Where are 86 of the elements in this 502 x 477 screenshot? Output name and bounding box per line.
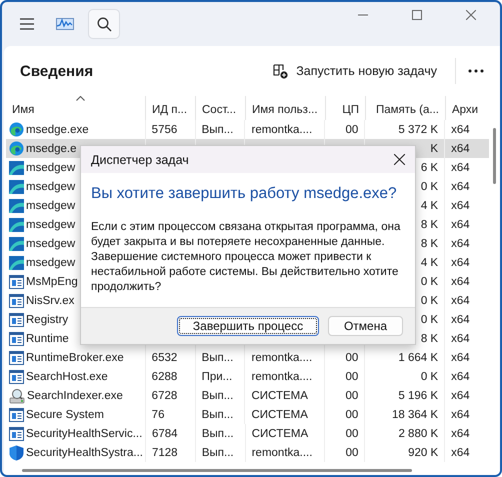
table-cell: СИСТЕМА <box>251 408 308 420</box>
page-title: Сведения <box>20 62 94 80</box>
table-cell: remontka.... <box>251 124 312 136</box>
table-cell: 8 K <box>420 238 438 250</box>
table-cell: msedgew <box>26 218 76 230</box>
table-cell: NisSrv.ex <box>26 294 74 306</box>
table-cell: x64 <box>451 200 470 212</box>
dialog-message: Если с этим процессом связана открытая программа, она будет закрыта и вы потеряете несохраненные данные. Завершение системного процесса может привести к нестабильной работе системы. Вы действительно хотите продолжить? <box>91 220 402 295</box>
table-cell: 0 K <box>420 180 438 192</box>
table-cell: 76 <box>152 408 164 420</box>
table-cell: msedgew <box>26 200 76 212</box>
table-cell: Secure System <box>26 408 104 420</box>
table-cell: msedgew <box>26 238 76 250</box>
table-cell: 7128 <box>152 446 178 458</box>
table-cell: 6784 <box>152 428 178 440</box>
table-cell: x64 <box>451 390 470 402</box>
table-cell: 1 664 K <box>398 352 438 364</box>
table-cell: SearchHost.exe <box>26 370 108 382</box>
table-cell: x64 <box>451 352 470 364</box>
table-cell: 0 K <box>420 370 438 382</box>
table-cell: x64 <box>451 332 470 344</box>
table-cell: 920 K <box>408 446 438 458</box>
table-cell: x64 <box>451 276 470 288</box>
table-cell: x64 <box>451 294 470 306</box>
table-cell: x64 <box>451 180 470 192</box>
table-cell: msedgew <box>26 162 76 174</box>
table-cell: 0 K <box>420 294 438 306</box>
table-cell: 8 K <box>420 218 438 230</box>
table-cell: 00 <box>345 390 358 402</box>
table-cell: x64 <box>451 124 470 136</box>
table-cell: 6728 <box>152 390 178 402</box>
table-cell: При... <box>202 370 232 382</box>
table-cell: 5 196 K <box>398 390 438 402</box>
table-cell: 18 364 K <box>392 408 438 420</box>
table-cell: Registry <box>26 314 68 326</box>
table-cell: remontka.... <box>251 352 312 364</box>
table-cell: x64 <box>451 142 470 154</box>
table-cell: SecurityHealthServic... <box>26 428 142 440</box>
table-cell: K <box>430 142 438 154</box>
table-cell: Вып... <box>202 408 234 420</box>
table-cell: msedgew <box>26 256 76 268</box>
table-cell: Вып... <box>202 352 234 364</box>
table-cell: remontka.... <box>252 446 312 458</box>
table-cell: СИСТЕМА <box>252 428 308 440</box>
table-cell: x64 <box>451 408 470 420</box>
table-cell: 0 K <box>420 276 438 288</box>
table-cell: 00 <box>345 370 358 382</box>
table-cell: 5 372 K <box>398 124 438 136</box>
table-cell: x64 <box>451 162 470 174</box>
table-cell: msedge.e <box>26 142 77 154</box>
table-cell: Runtime <box>26 332 69 344</box>
table-cell: x64 <box>451 428 470 440</box>
table-cell: 00 <box>346 428 358 440</box>
table-cell: x64 <box>451 238 470 250</box>
table-cell: x64 <box>451 370 470 382</box>
table-cell: SearchIndexer.exe <box>27 390 123 402</box>
table-cell: Вып... <box>202 390 234 402</box>
dialog-title: Диспетчер задач <box>91 152 189 166</box>
table-cell: RuntimeBroker.exe <box>26 352 124 364</box>
table-cell: remontka.... <box>251 370 312 382</box>
table-cell: Вып... <box>202 446 234 458</box>
table-cell: x64 <box>451 446 470 458</box>
table-cell: 6532 <box>152 352 178 364</box>
table-cell: x64 <box>451 314 470 326</box>
table-cell: Вып... <box>202 124 234 136</box>
table-cell: 8 K <box>420 332 438 344</box>
table-cell: SecurityHealthSystra... <box>26 446 143 458</box>
table-cell: x64 <box>451 256 470 268</box>
table-cell: Вып... <box>202 428 234 440</box>
dialog-heading: Вы хотите завершить работу msedge.exe? <box>91 185 398 203</box>
table-cell: 4 K <box>420 200 438 212</box>
table-cell: x64 <box>451 218 470 230</box>
table-cell: 00 <box>346 446 358 458</box>
table-cell: 0 K <box>420 314 438 326</box>
table-cell: 6 K <box>420 162 438 174</box>
table-cell: 6288 <box>152 370 178 382</box>
table-cell: msedgew <box>26 180 76 192</box>
table-cell: СИСТЕМА <box>251 390 308 402</box>
table-cell: 00 <box>345 408 358 420</box>
table-cell: 2 880 K <box>398 428 438 440</box>
table-cell: msedge.exe <box>26 124 89 136</box>
table-cell: MsMpEng <box>26 276 78 288</box>
table-cell: 5756 <box>152 124 178 136</box>
table-cell: 00 <box>345 352 358 364</box>
table-cell: 00 <box>345 124 358 136</box>
table-cell: 4 K <box>420 256 438 268</box>
